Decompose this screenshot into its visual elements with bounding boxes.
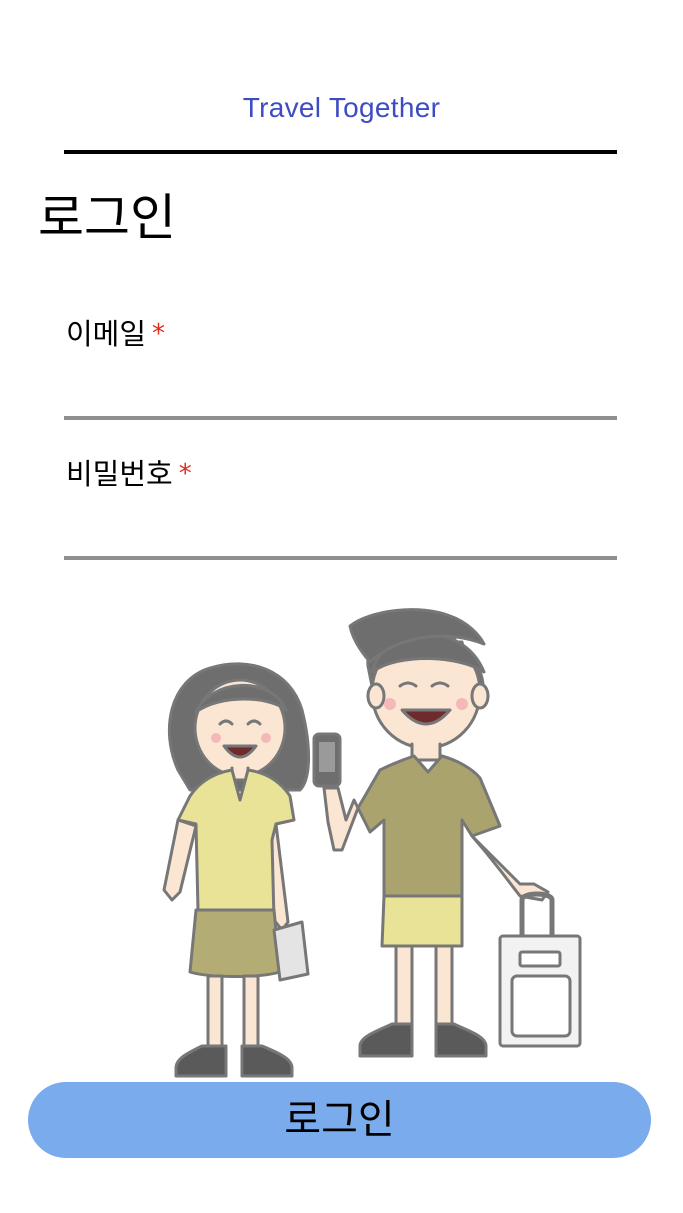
login-button[interactable]: 로그인 [28,1082,651,1158]
password-label-text: 비밀번호 [66,457,173,491]
title-divider [64,150,617,154]
travel-couple-illustration-icon [162,608,582,1078]
email-required-mark: * [152,319,166,349]
password-field[interactable] [64,508,617,560]
email-label: 이메일 * [66,316,165,352]
email-label-text: 이메일 [66,317,147,351]
page-title: 로그인 [38,189,176,247]
email-field[interactable] [64,368,617,420]
app-title: Travel Together [242,92,441,123]
password-label: 비밀번호 * [66,456,192,492]
password-required-mark: * [178,459,192,489]
